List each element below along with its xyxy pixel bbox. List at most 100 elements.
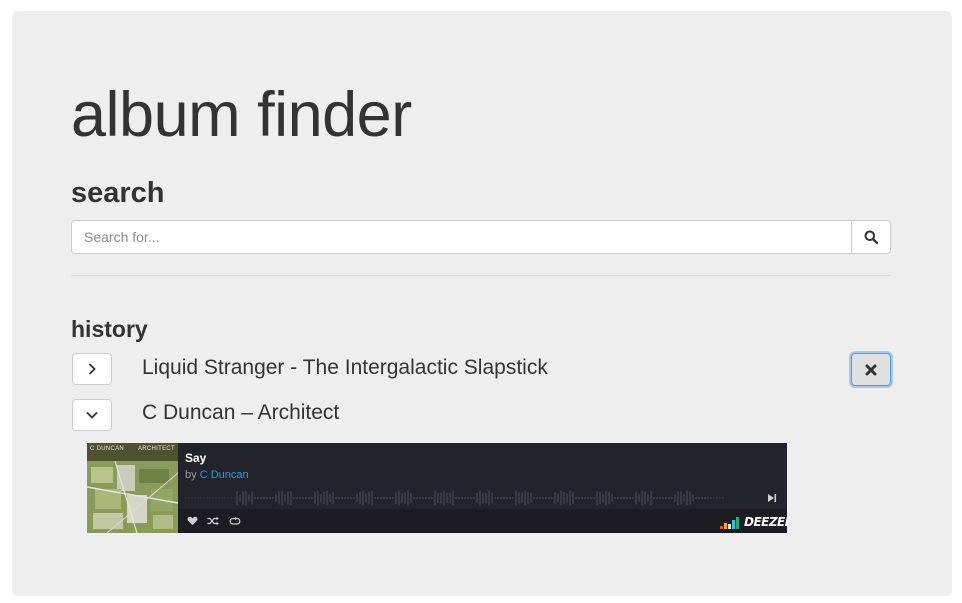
repeat-button[interactable] <box>228 514 242 528</box>
waveform-bar <box>272 497 274 499</box>
waveform-bar <box>692 494 694 502</box>
waveform-bar <box>701 497 703 499</box>
waveform-bar <box>680 491 682 505</box>
waveform-bar <box>197 497 199 499</box>
waveform-bar <box>269 497 271 499</box>
waveform-bar <box>260 497 262 499</box>
shuffle-icon <box>207 516 219 526</box>
waveform-bar <box>323 491 325 505</box>
waveform-bar <box>587 497 589 499</box>
waveform-bar <box>287 491 289 505</box>
waveform-bar <box>302 497 304 499</box>
waveform-bar <box>380 497 382 499</box>
search-icon <box>864 230 878 244</box>
search-button[interactable] <box>851 220 891 254</box>
waveform-bar <box>362 490 364 506</box>
waveform-bar <box>485 492 487 504</box>
waveform-bar <box>596 490 598 506</box>
search-group <box>71 220 891 254</box>
waveform-bar <box>305 497 307 499</box>
waveform-bar <box>665 497 667 499</box>
waveform-bar <box>200 497 202 499</box>
next-track-icon <box>768 494 777 502</box>
favorite-button[interactable] <box>185 514 199 528</box>
waveform-bar <box>434 490 436 506</box>
waveform-bar <box>455 497 457 499</box>
waveform-bar <box>632 497 634 499</box>
waveform-bar <box>614 497 616 499</box>
waveform-bar <box>629 497 631 499</box>
waveform-bar <box>185 497 187 499</box>
waveform-bar <box>539 497 541 499</box>
waveform-bar <box>257 497 259 499</box>
waveform-bar <box>416 497 418 499</box>
remove-button[interactable] <box>851 353 891 386</box>
waveform-bar <box>638 494 640 502</box>
waveform-bar <box>482 492 484 504</box>
waveform-bar <box>620 497 622 499</box>
waveform-bar <box>641 490 643 506</box>
waveform-bar <box>278 491 280 505</box>
waveform-bar <box>404 492 406 504</box>
waveform-bar <box>206 497 208 499</box>
next-track-button[interactable] <box>765 491 779 505</box>
waveform-bar <box>236 490 238 506</box>
waveform-bar <box>545 497 547 499</box>
waveform-bar <box>707 497 709 499</box>
search-input[interactable] <box>71 220 851 254</box>
heart-icon <box>187 516 197 526</box>
waveform-bar <box>476 492 478 504</box>
cover-artist-text: C DUNCAN <box>90 446 125 452</box>
deezer-bars-icon <box>720 517 739 529</box>
waveform-bar <box>518 492 520 504</box>
waveform-bar <box>713 497 715 499</box>
deezer-logo[interactable]: DEEZER <box>720 513 787 529</box>
waveform-bar <box>320 493 322 503</box>
waveform-bar <box>254 497 256 499</box>
waveform-bar <box>377 497 379 499</box>
waveform-bar <box>467 497 469 499</box>
waveform-bar <box>566 493 568 503</box>
waveform-bar <box>590 497 592 499</box>
deezer-player[interactable]: C DUNCAN ARCHITECT Say by C Duncan DEEZE <box>87 443 787 533</box>
waveform-bar <box>428 497 430 499</box>
waveform-bar <box>365 493 367 503</box>
waveform-bar <box>659 497 661 499</box>
track-title: Say <box>185 451 207 465</box>
artist-link[interactable]: C Duncan <box>200 469 249 481</box>
page-title: album finder <box>71 80 412 150</box>
repeat-icon <box>229 516 241 525</box>
waveform-bar <box>578 497 580 499</box>
waveform-bar <box>575 497 577 499</box>
waveform-bar <box>407 490 409 506</box>
waveform-bar <box>608 491 610 505</box>
waveform-bar <box>293 497 295 499</box>
waveform-bar <box>686 490 688 506</box>
waveform-bar <box>203 497 205 499</box>
waveform-bar <box>644 491 646 505</box>
waveform-bar <box>275 494 277 502</box>
waveform[interactable] <box>185 487 770 509</box>
shuffle-button[interactable] <box>206 514 220 528</box>
waveform-bar <box>374 497 376 499</box>
expand-button[interactable] <box>72 353 112 385</box>
waveform-bar <box>395 492 397 504</box>
waveform-bar <box>398 490 400 506</box>
waveform-bar <box>347 497 349 499</box>
waveform-bar <box>188 497 190 499</box>
waveform-bar <box>551 497 553 499</box>
waveform-bar <box>422 497 424 499</box>
waveform-bar <box>449 492 451 504</box>
waveform-bar <box>371 490 373 506</box>
collapse-button[interactable] <box>72 399 112 431</box>
waveform-bar <box>527 492 529 504</box>
waveform-bar <box>317 490 319 506</box>
waveform-bar <box>389 497 391 499</box>
waveform-bar <box>281 490 283 506</box>
waveform-bar <box>716 497 718 499</box>
waveform-bar <box>242 491 244 505</box>
waveform-bar <box>473 497 475 499</box>
waveform-bar <box>494 497 496 499</box>
by-label: by <box>185 469 197 481</box>
waveform-bar <box>431 497 433 499</box>
